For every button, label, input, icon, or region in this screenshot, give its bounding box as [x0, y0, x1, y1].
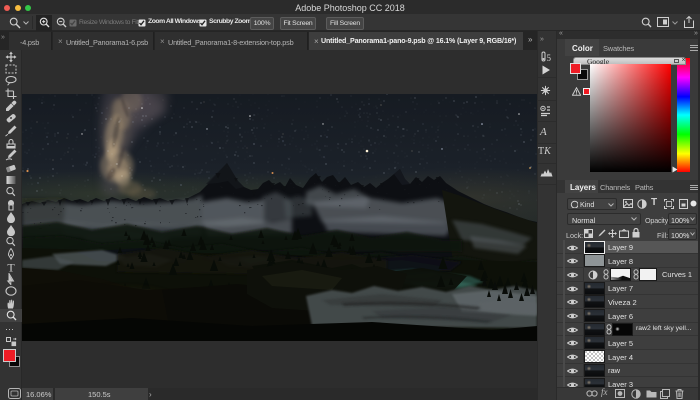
svg-text:T: T	[7, 261, 15, 273]
svg-text:5: 5	[547, 53, 552, 63]
